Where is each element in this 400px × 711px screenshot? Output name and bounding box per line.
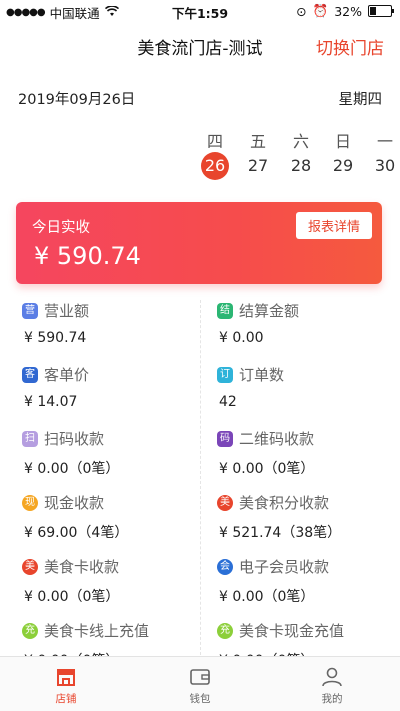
weekday-label: 四 [206,132,223,151]
tab-wallet[interactable]: 钱包 [160,663,240,706]
report-detail-button[interactable]: 报表详情 [295,212,372,239]
stat-header: 会电子会员收款 [217,556,329,577]
day-column[interactable]: 六 28 [280,128,322,180]
day-number: 28 [290,156,312,175]
day-number: 27 [247,156,269,175]
week-strip: 四 26 五 27 六 28 日 29 一 30 [0,128,400,188]
stat-item: 营营业额 ¥ 590.74 [22,292,202,356]
stat-label: 二维码收款 [239,430,315,448]
stat-value: 42 [219,394,237,410]
online-topup-icon: 充 [22,622,38,639]
stat-item: 美美食积分收款 ¥ 521.74（38笔） [217,484,397,548]
stat-label: 美食卡线上充值 [44,622,150,640]
avg-price-icon: 客 [22,366,38,383]
today-income-amount: ¥ 590.74 [34,242,141,270]
weekday-label: 六 [292,132,309,151]
stat-header: 充美食卡线上充值 [22,620,149,641]
stat-item: 现现金收款 ¥ 69.00（4笔） [22,484,202,548]
stat-label: 订单数 [239,366,285,384]
current-date: 2019年09月26日 [18,92,136,108]
stat-label: 结算金额 [239,302,300,320]
revenue-icon: 营 [22,302,38,319]
stat-label: 美食卡收款 [44,558,120,576]
current-weekday: 星期四 [338,92,383,108]
day-column[interactable]: 五 27 [237,128,279,180]
rotation-lock-icon: ⊙ [296,3,307,19]
stat-item: 客客单价 ¥ 14.07 [22,356,202,420]
tab-profile[interactable]: 我的 [292,663,372,706]
weekday-label: 一 [376,132,393,151]
tab-label: 店铺 [55,693,77,705]
stat-header: 订订单数 [217,364,284,385]
stat-value: ¥ 0.00（0笔） [24,461,120,477]
weekday-label: 日 [334,132,351,151]
stat-header: 扫扫码收款 [22,428,104,449]
stat-value: ¥ 69.00（4笔） [24,525,129,541]
food-card-icon: 美 [22,558,38,575]
stat-label: 现金收款 [44,494,105,512]
stat-header: 结结算金额 [217,300,299,321]
points-icon: 美 [217,494,233,511]
qrcode-pay-icon: 码 [217,430,233,447]
stat-item: 订订单数 42 [217,356,397,420]
stat-header: 客客单价 [22,364,89,385]
stat-label: 营业额 [44,302,90,320]
alarm-icon: ⏰ [312,3,329,18]
stat-item: 码二维码收款 ¥ 0.00（0笔） [217,420,397,484]
tab-store[interactable]: 店铺 [26,663,106,706]
switch-store-button[interactable]: 切换门店 [316,34,384,59]
status-bar: ●●●●● 中国联通 下午1:59 ⊙ ⏰ 32% [0,0,400,22]
order-count-icon: 订 [217,366,233,383]
stat-item: 会电子会员收款 ¥ 0.00（0笔） [217,548,397,612]
day-number: 30 [374,156,396,175]
stat-value: ¥ 0.00（0笔） [24,589,120,605]
battery-icon [368,5,394,17]
stat-header: 码二维码收款 [217,428,314,449]
profile-icon [292,663,372,691]
stat-header: 充美食卡现金充值 [217,620,344,641]
stat-value: ¥ 0.00（0笔） [219,461,315,477]
stat-item: 结结算金额 ¥ 0.00 [217,292,397,356]
wallet-icon [160,663,240,691]
day-number: 29 [332,156,354,175]
store-icon [26,663,106,691]
stat-label: 扫码收款 [44,430,105,448]
battery-percent: 32% [334,3,362,19]
day-column[interactable]: 四 26 [194,128,236,180]
tab-label: 钱包 [189,693,211,705]
day-number: 26 [201,152,229,180]
stat-label: 客单价 [44,366,90,384]
stat-header: 营营业额 [22,300,89,321]
settlement-icon: 结 [217,302,233,319]
tab-label: 我的 [321,693,343,705]
day-column[interactable]: 一 30 [364,128,400,180]
stat-value: ¥ 590.74 [24,330,87,346]
stat-header: 美美食卡收款 [22,556,119,577]
nav-bar: 美食流门店-测试 切换门店 [0,22,400,68]
today-income-label: 今日实收 [32,220,90,236]
day-column[interactable]: 日 29 [322,128,364,180]
stat-value: ¥ 0.00 [219,330,264,346]
today-income-card: 今日实收 ¥ 590.74 报表详情 [16,202,382,284]
scan-pay-icon: 扫 [22,430,38,447]
stat-label: 电子会员收款 [239,558,330,576]
date-row: 2019年09月26日 星期四 [18,88,382,109]
cash-topup-icon: 充 [217,622,233,639]
stat-value: ¥ 14.07 [24,394,78,410]
stat-label: 美食积分收款 [239,494,330,512]
weekday-label: 五 [249,132,266,151]
stat-value: ¥ 521.74（38笔） [219,525,342,541]
stat-header: 现现金收款 [22,492,104,513]
stat-header: 美美食积分收款 [217,492,329,513]
stat-item: 美美食卡收款 ¥ 0.00（0笔） [22,548,202,612]
stat-item: 扫扫码收款 ¥ 0.00（0笔） [22,420,202,484]
member-icon: 会 [217,558,233,575]
tab-bar: 店铺 钱包 我的 [0,656,400,711]
cash-icon: 现 [22,494,38,511]
stat-value: ¥ 0.00（0笔） [219,589,315,605]
stat-label: 美食卡现金充值 [239,622,345,640]
